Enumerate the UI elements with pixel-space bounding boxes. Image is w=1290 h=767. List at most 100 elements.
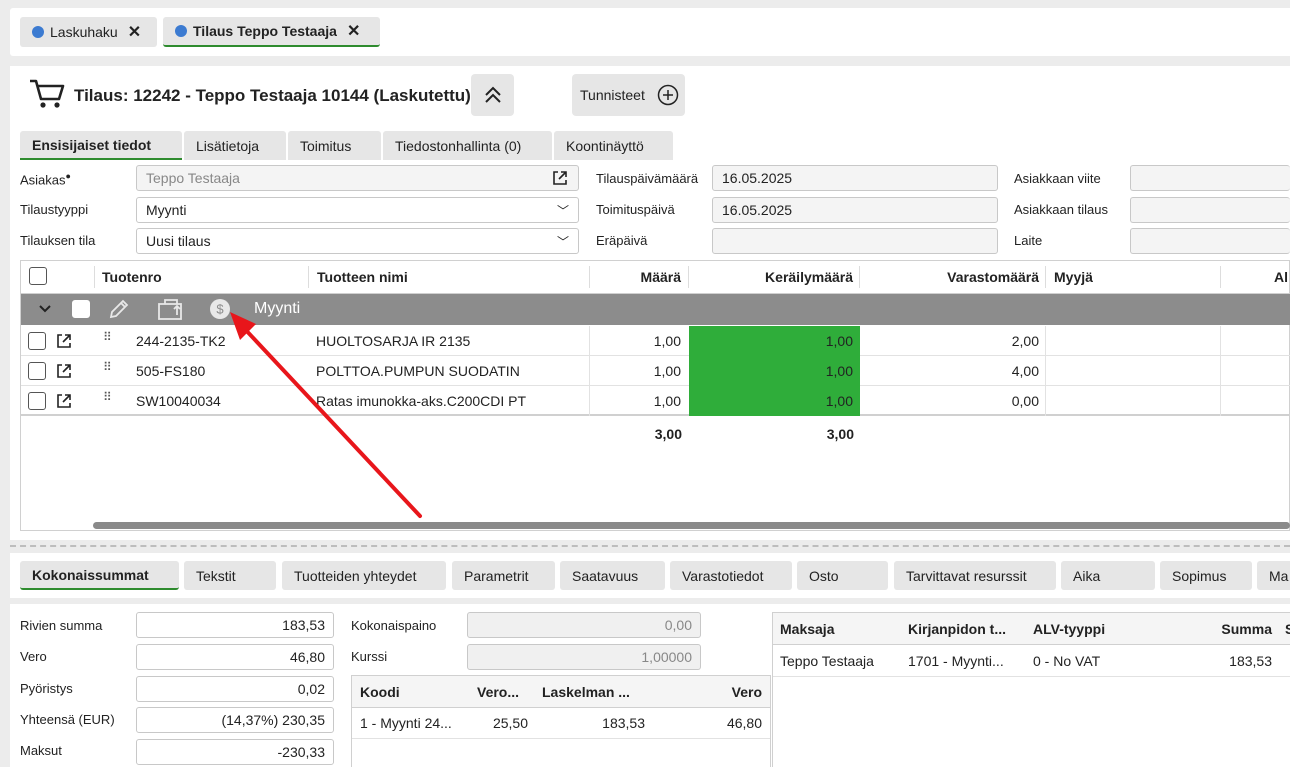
column-header-tuotenro[interactable]: Tuotenro (102, 261, 162, 293)
product-code: 505-FS180 (136, 363, 206, 379)
tab-varastotiedot[interactable]: Varastotiedot (670, 561, 792, 590)
stock-quantity: 2,00 (1011, 333, 1039, 349)
column-header-kerailymaara[interactable]: Keräilymäärä (689, 261, 853, 293)
column-header-myyja[interactable]: Myyjä (1054, 261, 1093, 293)
close-icon[interactable]: ✕ (347, 21, 360, 41)
stock-quantity: 4,00 (1011, 363, 1039, 379)
tab-tekstit[interactable]: Tekstit (184, 561, 276, 590)
drag-handle-icon[interactable]: ⠿ (103, 390, 112, 404)
top-tab-label: Laskuhaku (50, 24, 118, 40)
top-tab-tilaus[interactable]: Tilaus Teppo Testaaja ✕ (163, 17, 380, 47)
tab-koontinaytto[interactable]: Koontinäyttö (554, 131, 673, 160)
tab-ensisijaiset[interactable]: Ensisijaiset tiedot (20, 131, 182, 160)
chevron-down-icon[interactable] (38, 302, 52, 316)
tab-tuotteiden-yhteydet[interactable]: Tuotteiden yhteydet (282, 561, 446, 590)
tab-tiedostonhallinta[interactable]: Tiedostonhallinta (0) (383, 131, 552, 160)
vat-col-vero-pct[interactable]: Vero... (477, 676, 519, 708)
vat-col-koodi[interactable]: Koodi (360, 676, 400, 708)
product-code: 244-2135-TK2 (136, 333, 226, 349)
vat-base: 183,53 (602, 715, 645, 731)
table-row[interactable]: ⠿ SW10040034 Ratas imunokka-aks.C200CDI … (21, 386, 1290, 416)
column-header-alv[interactable]: Al (1274, 261, 1288, 293)
weight-field: 0,00 (467, 612, 701, 638)
rounding-field: 0,02 (136, 676, 334, 702)
quantity: 1,00 (653, 363, 681, 379)
cell-divider (1220, 356, 1221, 386)
external-link-icon[interactable] (551, 169, 569, 187)
device-field[interactable] (1130, 228, 1290, 254)
tab-saatavuus[interactable]: Saatavuus (560, 561, 665, 590)
rate-label: Kurssi (351, 649, 388, 664)
column-header-maara[interactable]: Määrä (590, 261, 681, 293)
customer-ref-field[interactable] (1130, 165, 1290, 191)
row-checkbox[interactable] (28, 332, 46, 350)
table-row[interactable]: ⠿ 505-FS180 POLTTOA.PUMPUN SUODATIN 1,00… (21, 356, 1290, 386)
cell-divider (1045, 356, 1046, 386)
payer-col-more[interactable]: S (1285, 613, 1290, 645)
customer-order-field[interactable] (1130, 197, 1290, 223)
due-date-field[interactable] (712, 228, 998, 254)
order-state-label: Tilauksen tila (20, 233, 96, 248)
page-title: Tilaus: 12242 - Teppo Testaaja 10144 (La… (74, 86, 471, 105)
payer-name: Teppo Testaaja (780, 653, 874, 669)
customer-order-label: Asiakkaan tilaus (1014, 202, 1108, 217)
payer-col-summa[interactable]: Summa (1152, 613, 1272, 645)
column-header-varastomaara[interactable]: Varastomäärä (860, 261, 1039, 293)
order-date-field[interactable]: 16.05.2025 (712, 165, 998, 191)
tab-osto[interactable]: Osto (797, 561, 888, 590)
row-checkbox[interactable] (28, 392, 46, 410)
drag-handle-icon[interactable]: ⠿ (103, 330, 112, 344)
external-link-icon[interactable] (55, 392, 73, 410)
column-header-tuotteen-nimi[interactable]: Tuotteen nimi (317, 261, 408, 293)
delivery-date-field[interactable]: 16.05.2025 (712, 197, 998, 223)
tab-kokonaissummat[interactable]: Kokonaissummat (20, 561, 179, 590)
tab-tarvittavat-resurssit[interactable]: Tarvittavat resurssit (894, 561, 1056, 590)
pencil-icon[interactable] (107, 297, 131, 321)
select-all-checkbox[interactable] (29, 267, 47, 285)
column-divider (308, 266, 309, 288)
tax-field: 46,80 (136, 644, 334, 670)
horizontal-scrollbar[interactable] (93, 522, 1290, 529)
payments-label: Maksut (20, 743, 62, 758)
tags-button-label: Tunnisteet (580, 87, 645, 103)
total-label: Yhteensä (EUR) (20, 712, 115, 727)
device-label: Laite (1014, 233, 1043, 248)
rate-field: 1,00000 (467, 644, 701, 670)
tab-toimitus[interactable]: Toimitus (288, 131, 381, 160)
group-checkbox[interactable] (72, 300, 90, 318)
tab-sopimus[interactable]: Sopimus (1160, 561, 1252, 590)
collapse-button[interactable] (471, 74, 514, 116)
payer-col-kirjanpidon[interactable]: Kirjanpidon t... (908, 613, 1006, 645)
vat-code: 1 - Myynti 24... (360, 715, 452, 731)
total-field: (14,37%) 230,35 (136, 707, 334, 733)
external-link-icon[interactable] (55, 332, 73, 350)
payer-col-alv-tyyppi[interactable]: ALV-tyyppi (1033, 613, 1105, 645)
table-row[interactable]: ⠿ 244-2135-TK2 HUOLTOSARJA IR 2135 1,00 … (21, 326, 1290, 356)
payer-col-maksaja[interactable]: Maksaja (780, 613, 834, 645)
column-divider (1045, 266, 1046, 288)
tab-lisatietoja[interactable]: Lisätietoja (184, 131, 286, 160)
column-divider (94, 266, 95, 288)
tab-status-dot-icon (32, 26, 44, 38)
panel-splitter[interactable] (10, 545, 1290, 547)
tab-aika[interactable]: Aika (1061, 561, 1155, 590)
rows-sum-label: Rivien summa (20, 618, 103, 633)
customer-field[interactable]: Teppo Testaaja (136, 165, 579, 191)
order-type-select[interactable]: Myynti ﹀ (136, 197, 579, 223)
vat-col-vero[interactable]: Vero (652, 676, 762, 708)
folder-move-icon[interactable] (157, 297, 185, 321)
vat-col-laskelman[interactable]: Laskelman ... (542, 676, 630, 708)
top-tab-laskuhaku[interactable]: Laskuhaku ✕ (20, 17, 157, 47)
order-state-select[interactable]: Uusi tilaus ﹀ (136, 228, 579, 254)
close-icon[interactable]: ✕ (128, 22, 141, 42)
quantity: 1,00 (653, 333, 681, 349)
delivery-date-label: Toimituspäivä (596, 202, 675, 217)
annotation-arrow-icon (230, 312, 422, 518)
drag-handle-icon[interactable]: ⠿ (103, 360, 112, 374)
row-checkbox[interactable] (28, 362, 46, 380)
tab-parametrit[interactable]: Parametrit (452, 561, 555, 590)
external-link-icon[interactable] (55, 362, 73, 380)
tags-button[interactable]: Tunnisteet (572, 74, 685, 116)
tab-more[interactable]: Ma (1257, 561, 1290, 590)
payer-vat-type: 0 - No VAT (1033, 653, 1101, 669)
